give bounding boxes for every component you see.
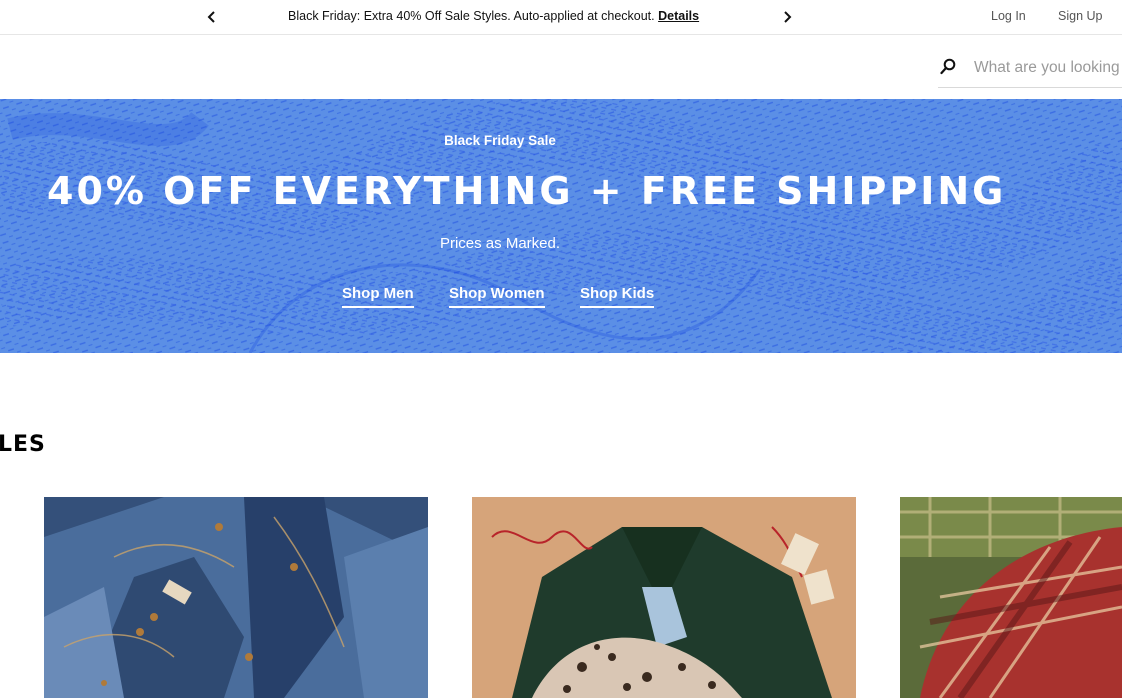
- green-sherpa-fleece-image[interactable]: [472, 497, 856, 698]
- promo-bar: Black Friday: Extra 40% Off Sale Styles.…: [0, 0, 1122, 35]
- search-input[interactable]: [974, 56, 1122, 80]
- shop-women-link[interactable]: Shop Women: [449, 285, 545, 308]
- chevron-left-icon[interactable]: [202, 7, 222, 27]
- hero-eyebrow: Black Friday Sale: [444, 133, 556, 148]
- hero-title: 40% OFF EVERYTHING + FREE SHIPPING: [47, 169, 1007, 213]
- promo-details-link[interactable]: Details: [658, 9, 699, 23]
- section-heading: LES: [0, 432, 46, 457]
- shop-men-link[interactable]: Shop Men: [342, 285, 414, 308]
- promo-message: Black Friday: Extra 40% Off Sale Styles.…: [288, 9, 699, 23]
- search-bar: [938, 48, 1122, 88]
- search-icon[interactable]: [940, 58, 956, 76]
- promo-text: Black Friday: Extra 40% Off Sale Styles.…: [288, 9, 655, 23]
- signup-link[interactable]: Sign Up: [1058, 9, 1102, 23]
- hero-subtitle: Prices as Marked.: [439, 235, 561, 252]
- hero-banner: Black Friday Sale 40% OFF EVERYTHING + F…: [0, 99, 1122, 353]
- chevron-right-icon[interactable]: [777, 7, 797, 27]
- denim-jeans-image[interactable]: [44, 497, 428, 698]
- shop-kids-link[interactable]: Shop Kids: [580, 285, 655, 308]
- login-link[interactable]: Log In: [991, 9, 1026, 23]
- plaid-flannel-shirts-image[interactable]: [900, 497, 1122, 698]
